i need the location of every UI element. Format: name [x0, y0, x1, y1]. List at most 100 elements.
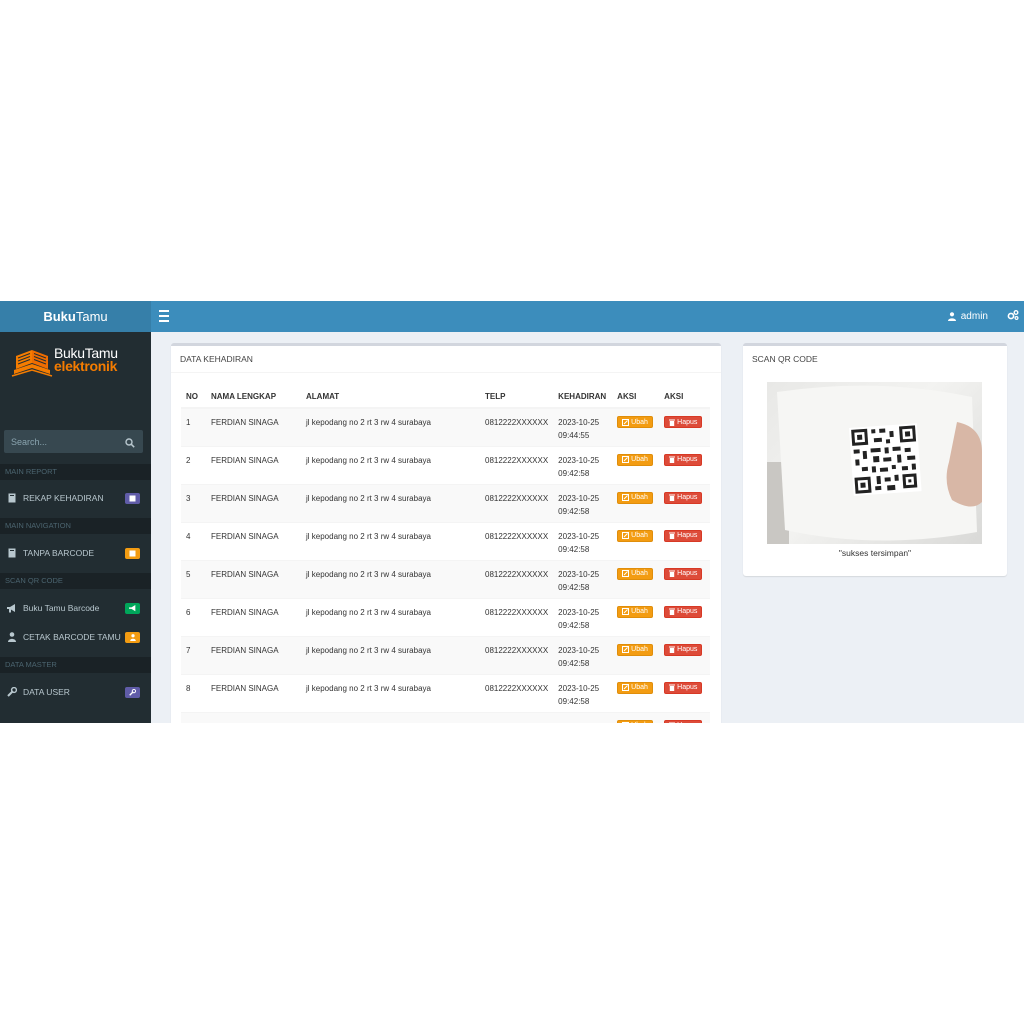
column-header: ALAMAT [301, 386, 480, 409]
cell-no: 8 [181, 673, 206, 712]
edit-label: Ubah [631, 532, 648, 539]
cell-telp: 0812222XXXXXX [480, 559, 554, 598]
cell-aksi-ubah: Ubah [612, 673, 660, 712]
book-icon [7, 493, 17, 503]
cell-kehadiran: 2023-10-25 09:42:58 [553, 673, 613, 712]
cell-aksi-hapus: Hapus [659, 673, 711, 712]
trash-icon [669, 494, 676, 501]
sidebar-item-data-user[interactable]: DATA USER [0, 680, 151, 704]
tanggal-text: 2023-10-25 [558, 531, 600, 541]
edit-icon [622, 684, 630, 691]
search-input[interactable] [4, 430, 119, 453]
book-logo-icon [11, 350, 53, 377]
delete-button[interactable]: Hapus [664, 416, 703, 428]
column-header: AKSI [612, 386, 660, 409]
delete-button[interactable]: Hapus [664, 567, 703, 580]
cell-aksi-ubah: Ubah [612, 407, 660, 446]
delete-label: Hapus [677, 719, 697, 723]
sidebar-toggle-icon[interactable] [159, 310, 169, 322]
edit-button[interactable]: Ubah [617, 453, 653, 466]
cell-aksi-ubah: Ubah [612, 483, 660, 522]
delete-button[interactable]: Hapus [664, 605, 703, 618]
search-icon[interactable] [125, 435, 137, 448]
edit-icon [622, 722, 630, 723]
edit-icon [622, 418, 630, 426]
trash-icon [669, 722, 676, 723]
edit-button[interactable]: Ubah [617, 605, 653, 618]
menu-header-data-master: DATA MASTER [0, 657, 151, 673]
delete-button[interactable]: Hapus [664, 643, 703, 656]
box-title: SCAN QR CODE [752, 354, 818, 364]
camera-preview-image [767, 382, 982, 544]
trash-icon [669, 456, 676, 463]
brand-logo: BukuTamu elektronik [10, 340, 140, 382]
scan-status-text: "sukses tersimpan" [838, 548, 912, 558]
cell-aksi-hapus: Hapus [659, 559, 711, 598]
header-logo[interactable]: Buku Tamu [0, 301, 151, 332]
delete-button[interactable]: Hapus [664, 681, 703, 694]
logo-bold-text: Buku [43, 309, 76, 324]
user-name: admin [960, 311, 988, 322]
cell-nama: FERDIAN SINAGA [206, 407, 301, 446]
delete-button[interactable]: Hapus [664, 719, 703, 723]
table-row: 8 FERDIAN SINAGA jl kepodang no 2 rt 3 rw … [181, 673, 711, 712]
edit-button[interactable]: Ubah [617, 416, 653, 428]
cell-kehadiran: 2023-10-25 09:44:55 [553, 407, 613, 446]
edit-button[interactable]: Ubah [617, 567, 653, 580]
table-row: 1 FERDIAN SINAGA jl kepodang no 2 rt 3 rw … [181, 407, 711, 446]
jam-text: 09:42:58 [558, 696, 590, 706]
edit-label: Ubah [631, 608, 648, 615]
cell-kehadiran: 2023-10-25 09:42:58 [553, 483, 613, 522]
edit-label: Ubah [631, 719, 648, 723]
brand-line2: elektronik [54, 358, 118, 374]
edit-button[interactable]: Ubah [617, 681, 653, 694]
edit-icon [622, 646, 630, 653]
delete-label: Hapus [677, 532, 698, 539]
edit-label: Ubah [631, 418, 648, 426]
cell-nama: FERDIAN SINAGA [206, 559, 301, 598]
trash-icon [669, 419, 676, 426]
column-header: NO [181, 386, 206, 409]
delete-button[interactable]: Hapus [664, 491, 703, 504]
edit-button[interactable]: Ubah [617, 491, 653, 504]
cell-alamat: jl kepodang no 2 rt 3 rw 4 surabaya [301, 597, 480, 636]
sidebar-item-tanpa-barcode[interactable]: TANPA BARCODE [0, 541, 151, 565]
sidebar-item-buku-tamu-barcode[interactable]: Buku Tamu Barcode [0, 596, 151, 620]
cell-nama: FERDIAN SINAGA [206, 673, 301, 712]
delete-label: Hapus [677, 684, 698, 691]
table-row: 3 FERDIAN SINAGA jl kepodang no 2 rt 3 rw … [181, 483, 711, 522]
tanggal-text: 2023-10-25 [558, 683, 600, 693]
edit-button[interactable]: Ubah [617, 529, 653, 542]
cell-alamat: jl kepodang no 2 rt 3 rw 4 surabaya [301, 407, 480, 446]
table-row: 6 FERDIAN SINAGA jl kepodang no 2 rt 3 rw … [181, 597, 711, 636]
book-icon [7, 548, 17, 558]
delete-button[interactable]: Hapus [664, 529, 703, 542]
tanggal-text: 2023-10-25 [558, 645, 600, 655]
cell-aksi-hapus: Hapus [659, 483, 711, 522]
cell-telp: 0812222XXXXXX [480, 445, 554, 484]
app-window: Buku Tamu admin BukuTamu elektronik Sear… [0, 301, 1024, 723]
logo-light-text: Tamu [75, 309, 108, 324]
menu-header-main-navigation: MAIN NAVIGATION [0, 518, 151, 534]
jam-text: 09:44:55 [558, 431, 590, 440]
cell-aksi-ubah: Ubah [612, 635, 660, 674]
cogs-icon[interactable] [1007, 309, 1019, 324]
user-menu[interactable]: admin [947, 301, 988, 332]
jam-text: 09:42:58 [558, 620, 590, 630]
cell-no: 4 [181, 521, 206, 560]
sidebar-item-cetak-barcode-tamu[interactable]: CETAK BARCODE TAMU [0, 625, 151, 649]
edit-button[interactable]: Ubah [617, 643, 653, 656]
cell-kehadiran: 2023-10-25 09:42:58 [553, 445, 613, 484]
tanggal-text: 2023-10-25 [558, 607, 600, 617]
cell-no: 2 [181, 445, 206, 484]
delete-button[interactable]: Hapus [664, 453, 703, 466]
cell-telp: 0812222XXXXXX [480, 673, 554, 712]
attendance-table: NO NAMA LENGKAP ALAMAT TELP KEHADIRAN AK… [181, 386, 711, 723]
edit-button[interactable]: Ubah [617, 719, 653, 723]
top-navbar: admin [151, 301, 1024, 332]
sidebar-item-rekap-kehadiran[interactable]: REKAP KEHADIRAN [0, 486, 151, 510]
table-row: 9FERDIAN SINAGAjl kepodang no 2 rt 3 rw … [181, 711, 711, 723]
cell-kehadiran: 2023-10-25 09:42:58 [553, 635, 613, 674]
edit-icon [622, 494, 630, 501]
trash-icon [669, 532, 676, 539]
